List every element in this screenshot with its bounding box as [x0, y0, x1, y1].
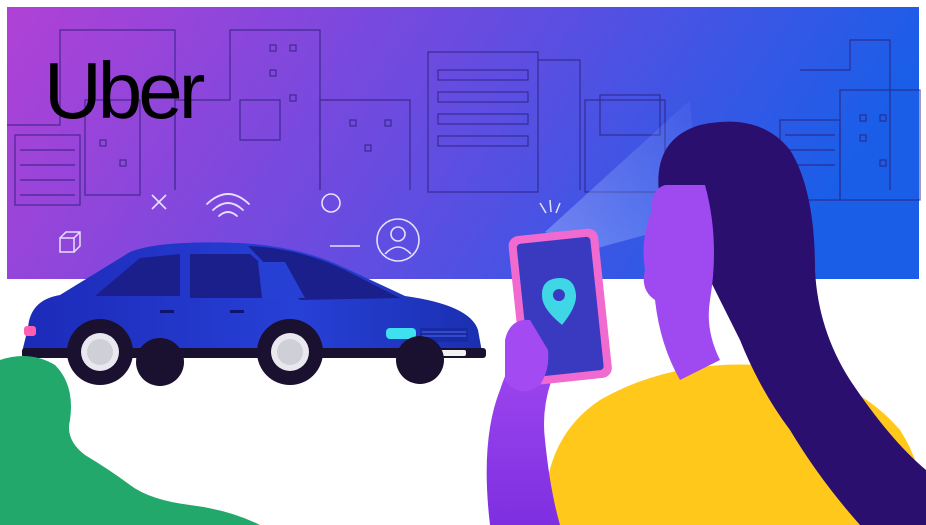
car-wheel-front-axle	[396, 336, 444, 384]
uber-logo: Uber	[44, 46, 205, 135]
scene-svg: Uber	[0, 7, 926, 525]
car-door-handle	[230, 310, 244, 313]
car-headlight	[386, 328, 416, 339]
car-taillight	[24, 326, 36, 336]
car-door-handle-2	[160, 310, 174, 313]
hero-illustration: Uber	[0, 0, 926, 525]
car-wheel-back-axle	[136, 338, 184, 386]
